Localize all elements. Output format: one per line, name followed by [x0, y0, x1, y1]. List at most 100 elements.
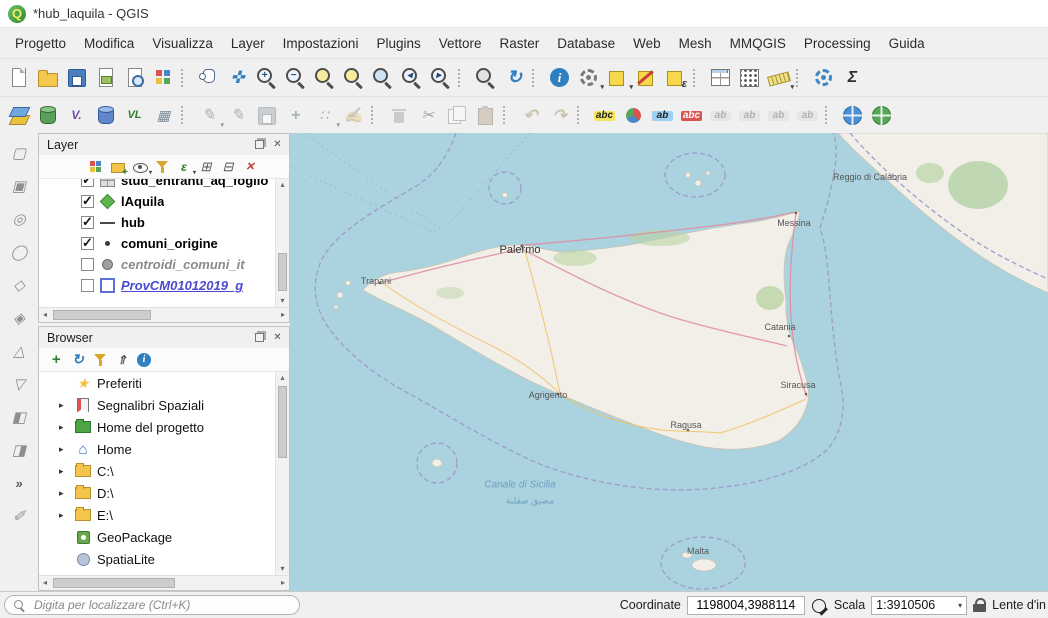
add-selected-layers-button[interactable]: + — [46, 350, 66, 370]
new-virtual-layer-button[interactable]: VL — [121, 102, 148, 129]
locator-search-box[interactable] — [4, 595, 300, 615]
browser-item-preferiti[interactable]: Preferiti — [39, 372, 276, 394]
layer-visibility-checkbox[interactable] — [81, 179, 94, 187]
rotate-label-button[interactable]: ab — [765, 102, 792, 129]
expand-arrow-icon[interactable] — [59, 510, 71, 521]
data-source-manager-button[interactable] — [5, 102, 32, 129]
pan-map-button[interactable] — [195, 64, 222, 91]
browser-item-geopackage[interactable]: GeoPackage — [39, 526, 276, 548]
close-panel-icon[interactable]: ✕ — [270, 330, 285, 345]
side-toolbar-button[interactable]: ▣ — [6, 173, 33, 200]
new-spatialite-layer-button[interactable] — [92, 102, 119, 129]
zoom-to-selection-button[interactable] — [340, 64, 367, 91]
expand-all-button[interactable]: ⊞ — [196, 157, 216, 177]
undo-button[interactable]: ↶ — [517, 102, 544, 129]
expand-arrow-icon[interactable] — [59, 444, 71, 455]
new-print-layout-button[interactable] — [92, 64, 119, 91]
layer-item-hub[interactable]: hub — [39, 212, 276, 233]
layer-diagram-button[interactable] — [620, 102, 647, 129]
collapse-all-button[interactable]: ⊟ — [218, 157, 238, 177]
float-panel-icon[interactable] — [252, 330, 267, 345]
zoom-native-resolution-button[interactable] — [472, 64, 499, 91]
expand-arrow-icon[interactable] — [59, 400, 71, 411]
modify-attributes-button[interactable]: ✍ — [340, 102, 367, 129]
save-layer-edits-button[interactable] — [253, 102, 280, 129]
menu-processing[interactable]: Processing — [795, 32, 880, 55]
menu-visualizza[interactable]: Visualizza — [143, 32, 222, 55]
browser-item-segnalibri[interactable]: Segnalibri Spaziali — [39, 394, 276, 416]
layer-tree-horizontal-scrollbar[interactable]: ◂ ▸ — [39, 307, 289, 322]
pan-to-selection-button[interactable]: ✜ — [224, 64, 251, 91]
field-calculator-button[interactable] — [736, 64, 763, 91]
layer-item-comuni-origine[interactable]: comuni_origine — [39, 233, 276, 254]
scroll-left-arrow-icon[interactable]: ◂ — [39, 576, 51, 590]
layer-visibility-checkbox[interactable] — [81, 279, 94, 292]
browser-item-home-progetto[interactable]: Home del progetto — [39, 416, 276, 438]
browser-item-e-drive[interactable]: E:\ — [39, 504, 276, 526]
zoom-last-button[interactable]: ◂ — [398, 64, 425, 91]
properties-button[interactable]: i — [134, 350, 154, 370]
menu-impostazioni[interactable]: Impostazioni — [274, 32, 368, 55]
refresh-map-button[interactable]: ↻ — [501, 64, 528, 91]
scroll-right-arrow-icon[interactable]: ▸ — [277, 308, 289, 322]
vertex-tool-button[interactable]: ∷ — [311, 102, 338, 129]
add-group-button[interactable] — [108, 157, 128, 177]
measure-button[interactable] — [765, 64, 792, 91]
scroll-down-arrow-icon[interactable]: ▾ — [276, 563, 289, 575]
new-shapefile-layer-button[interactable]: V. — [63, 102, 90, 129]
move-label-button[interactable]: ab — [736, 102, 763, 129]
highlight-pinned-labels-button[interactable]: ab — [649, 102, 676, 129]
change-label-button[interactable]: ab — [794, 102, 821, 129]
remove-layer-button[interactable]: ✕ — [240, 157, 260, 177]
menu-progetto[interactable]: Progetto — [6, 32, 75, 55]
annotation-tool-button[interactable]: ✐ — [6, 503, 33, 530]
menu-web[interactable]: Web — [624, 32, 670, 55]
zoom-out-button[interactable]: − — [282, 64, 309, 91]
browser-item-home[interactable]: Home — [39, 438, 276, 460]
select-features-button[interactable] — [604, 64, 631, 91]
scroll-left-arrow-icon[interactable]: ◂ — [39, 308, 51, 322]
layer-tree-vertical-scrollbar[interactable]: ▴ ▾ — [275, 179, 289, 307]
select-by-expression-button[interactable]: ε — [662, 64, 689, 91]
deselect-features-button[interactable] — [633, 64, 660, 91]
expand-arrow-icon[interactable] — [59, 466, 71, 477]
open-attribute-table-button[interactable] — [707, 64, 734, 91]
layer-item-laquila[interactable]: lAquila — [39, 191, 276, 212]
scroll-up-arrow-icon[interactable]: ▴ — [276, 372, 289, 384]
menu-vettore[interactable]: Vettore — [430, 32, 491, 55]
scale-selector[interactable]: 1:3910506 ▾ — [871, 596, 967, 615]
metasearch-button[interactable] — [839, 102, 866, 129]
collapse-all-browser-button[interactable]: ⇑ — [112, 350, 132, 370]
delete-selected-button[interactable] — [385, 102, 412, 129]
menu-raster[interactable]: Raster — [491, 32, 549, 55]
zoom-next-button[interactable]: ▸ — [427, 64, 454, 91]
side-toolbar-button[interactable]: △ — [6, 338, 33, 365]
float-panel-icon[interactable] — [252, 137, 267, 152]
layer-visibility-checkbox[interactable] — [81, 195, 94, 208]
side-toolbar-button[interactable]: ◈ — [6, 305, 33, 332]
extents-globe-icon[interactable] — [811, 597, 828, 614]
locator-search-input[interactable] — [32, 597, 291, 613]
zoom-to-layer-button[interactable] — [369, 64, 396, 91]
browser-item-c-drive[interactable]: C:\ — [39, 460, 276, 482]
paste-features-button[interactable] — [472, 102, 499, 129]
geo-services-button[interactable] — [868, 102, 895, 129]
layer-item-provcm[interactable]: ProvCM01012019_g — [39, 275, 276, 296]
filter-by-expression-button[interactable]: ε — [174, 157, 194, 177]
layer-item-stud-entranti[interactable]: stud_entranti_aq_foglio — [39, 179, 276, 191]
layout-manager-button[interactable] — [121, 64, 148, 91]
run-feature-action-button[interactable] — [575, 64, 602, 91]
browser-item-d-drive[interactable]: D:\ — [39, 482, 276, 504]
side-toolbar-button[interactable]: ◯ — [6, 239, 33, 266]
open-layer-styling-button[interactable] — [86, 157, 106, 177]
side-toolbar-button[interactable]: ▽ — [6, 371, 33, 398]
layer-visibility-checkbox[interactable] — [81, 237, 94, 250]
new-project-button[interactable] — [5, 64, 32, 91]
cut-features-button[interactable]: ✂ — [414, 102, 441, 129]
menu-mmqgis[interactable]: MMQGIS — [721, 32, 795, 55]
open-project-button[interactable] — [34, 64, 61, 91]
processing-toolbox-button[interactable] — [810, 64, 837, 91]
manage-map-themes-button[interactable] — [130, 157, 150, 177]
menu-database[interactable]: Database — [548, 32, 624, 55]
style-manager-button[interactable] — [150, 64, 177, 91]
